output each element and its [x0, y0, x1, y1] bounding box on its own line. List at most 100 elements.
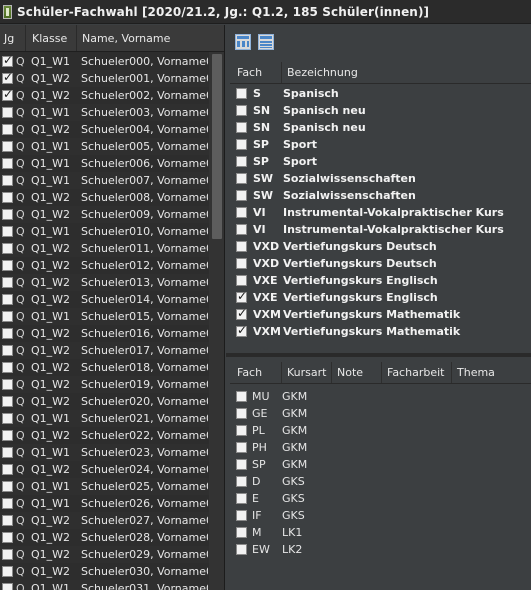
table-row[interactable]: Q Q1_W2 Schueler020, Vorname020 [0, 393, 210, 410]
kurs-checkbox[interactable] [236, 510, 247, 521]
list-view-icon[interactable] [258, 34, 274, 50]
student-checkbox[interactable] [2, 124, 13, 135]
column-header-fach[interactable]: Fach [230, 362, 282, 383]
table-row[interactable]: Q Q1_W2 Schueler011, Vorname011 [0, 240, 210, 257]
student-checkbox[interactable] [2, 515, 13, 526]
student-checkbox[interactable] [2, 498, 13, 509]
table-row[interactable]: M LK1 [230, 524, 531, 541]
table-row[interactable]: Q Q1_W1 Schueler023, Vorname023 [0, 444, 210, 461]
table-row[interactable]: VI Instrumental-Vokalpraktischer Kurs [230, 221, 531, 238]
student-checkbox[interactable] [2, 294, 13, 305]
table-row[interactable]: Q Q1_W2 Schueler019, Vorname019 [0, 376, 210, 393]
table-row[interactable]: Q Q1_W1 Schueler003, Vorname003 [0, 104, 210, 121]
student-checkbox[interactable] [2, 345, 13, 356]
table-row[interactable]: Q Q1_W2 Schueler017, Vorname017 [0, 342, 210, 359]
table-row[interactable]: Q Q1_W2 Schueler022, Vorname022 [0, 427, 210, 444]
student-checkbox[interactable] [2, 226, 13, 237]
table-row[interactable]: SW Sozialwissenschaften [230, 170, 531, 187]
table-row[interactable]: E GKS [230, 490, 531, 507]
table-row[interactable]: GE GKM [230, 405, 531, 422]
student-checkbox[interactable] [2, 396, 13, 407]
table-row[interactable]: SN Spanisch neu [230, 102, 531, 119]
student-checkbox[interactable] [2, 175, 13, 186]
students-scrollbar[interactable] [209, 52, 224, 590]
table-row[interactable]: Q Q1_W1 Schueler000, Vorname000 [0, 53, 210, 70]
table-row[interactable]: Q Q1_W2 Schueler002, Vorname002 [0, 87, 210, 104]
table-row[interactable]: Q Q1_W2 Schueler018, Vorname018 [0, 359, 210, 376]
fach-checkbox[interactable] [236, 173, 247, 184]
table-row[interactable]: Q Q1_W1 Schueler006, Vorname006 [0, 155, 210, 172]
student-checkbox[interactable] [2, 70, 13, 84]
column-header-kursart[interactable]: Kursart [282, 362, 332, 383]
table-row[interactable]: Q Q1_W2 Schueler012, Vorname012 [0, 257, 210, 274]
student-checkbox[interactable] [2, 53, 13, 67]
student-checkbox[interactable] [2, 311, 13, 322]
column-header-bezeichnung[interactable]: Bezeichnung [282, 62, 531, 83]
fach-checkbox[interactable] [236, 122, 247, 133]
student-checkbox[interactable] [2, 430, 13, 441]
student-checkbox[interactable] [2, 549, 13, 560]
table-row[interactable]: SW Sozialwissenschaften [230, 187, 531, 204]
fach-checkbox[interactable] [236, 207, 247, 218]
kurs-checkbox[interactable] [236, 493, 247, 504]
table-row[interactable]: VXMVertiefungskurs Mathematik [230, 323, 531, 340]
table-row[interactable]: Q Q1_W1 Schueler010, Vorname010 [0, 223, 210, 240]
table-row[interactable]: VXE Vertiefungskurs Englisch [230, 272, 531, 289]
student-checkbox[interactable] [2, 328, 13, 339]
table-row[interactable]: Q Q1_W2 Schueler027, Vorname027 [0, 512, 210, 529]
table-view-icon[interactable] [235, 34, 251, 50]
table-row[interactable]: MU GKM [230, 388, 531, 405]
kurs-checkbox[interactable] [236, 544, 247, 555]
table-row[interactable]: SN Spanisch neu [230, 119, 531, 136]
column-header-facharbeit[interactable]: Facharbeit [382, 362, 452, 383]
student-checkbox[interactable] [2, 243, 13, 254]
student-checkbox[interactable] [2, 192, 13, 203]
table-row[interactable]: EW LK2 [230, 541, 531, 558]
fach-checkbox[interactable] [236, 88, 247, 99]
table-row[interactable]: Q Q1_W2 Schueler008, Vorname008 [0, 189, 210, 206]
fach-checkbox[interactable] [236, 258, 247, 269]
table-row[interactable]: Q Q1_W2 Schueler013, Vorname013 [0, 274, 210, 291]
table-row[interactable]: Q Q1_W1 Schueler007, Vorname007 [0, 172, 210, 189]
kurs-checkbox[interactable] [236, 442, 247, 453]
table-row[interactable]: S Spanisch [230, 85, 531, 102]
table-row[interactable]: Q Q1_W2 Schueler001, Vorname001 [0, 70, 210, 87]
student-checkbox[interactable] [2, 583, 13, 590]
column-header-jg[interactable]: Jg [0, 25, 26, 51]
split-divider[interactable] [226, 353, 531, 357]
table-row[interactable]: VXD Vertiefungskurs Deutsch [230, 255, 531, 272]
student-checkbox[interactable] [2, 158, 13, 169]
fach-checkbox[interactable] [236, 275, 247, 286]
fach-checkbox[interactable] [236, 139, 247, 150]
table-row[interactable]: Q Q1_W2 Schueler004, Vorname004 [0, 121, 210, 138]
table-row[interactable]: PH GKM [230, 439, 531, 456]
table-row[interactable]: Q Q1_W1 Schueler025, Vorname025 [0, 478, 210, 495]
kurs-checkbox[interactable] [236, 459, 247, 470]
fach-checkbox[interactable] [236, 306, 247, 320]
student-checkbox[interactable] [2, 260, 13, 271]
table-row[interactable]: Q Q1_W2 Schueler024, Vorname024 [0, 461, 210, 478]
kurs-checkbox[interactable] [236, 527, 247, 538]
table-row[interactable]: Q Q1_W2 Schueler016, Vorname016 [0, 325, 210, 342]
column-header-name[interactable]: Name, Vorname [77, 25, 209, 51]
student-checkbox[interactable] [2, 481, 13, 492]
student-checkbox[interactable] [2, 107, 13, 118]
student-checkbox[interactable] [2, 464, 13, 475]
kurs-checkbox[interactable] [236, 408, 247, 419]
table-row[interactable]: Q Q1_W2 Schueler028, Vorname028 [0, 529, 210, 546]
table-row[interactable]: Q Q1_W2 Schueler009, Vorname009 [0, 206, 210, 223]
fach-checkbox[interactable] [236, 190, 247, 201]
table-row[interactable]: Q Q1_W1 Schueler015, Vorname015 [0, 308, 210, 325]
kurs-checkbox[interactable] [236, 391, 247, 402]
table-row[interactable]: Q Q1_W1 Schueler005, Vorname005 [0, 138, 210, 155]
fach-checkbox[interactable] [236, 224, 247, 235]
student-checkbox[interactable] [2, 362, 13, 373]
fach-checkbox[interactable] [236, 241, 247, 252]
table-row[interactable]: VXE Vertiefungskurs Englisch [230, 289, 531, 306]
fach-checkbox[interactable] [236, 323, 247, 337]
table-row[interactable]: Q Q1_W1 Schueler031, Vorname031 [0, 580, 210, 590]
student-checkbox[interactable] [2, 566, 13, 577]
table-row[interactable]: SP GKM [230, 456, 531, 473]
fach-checkbox[interactable] [236, 156, 247, 167]
student-checkbox[interactable] [2, 532, 13, 543]
